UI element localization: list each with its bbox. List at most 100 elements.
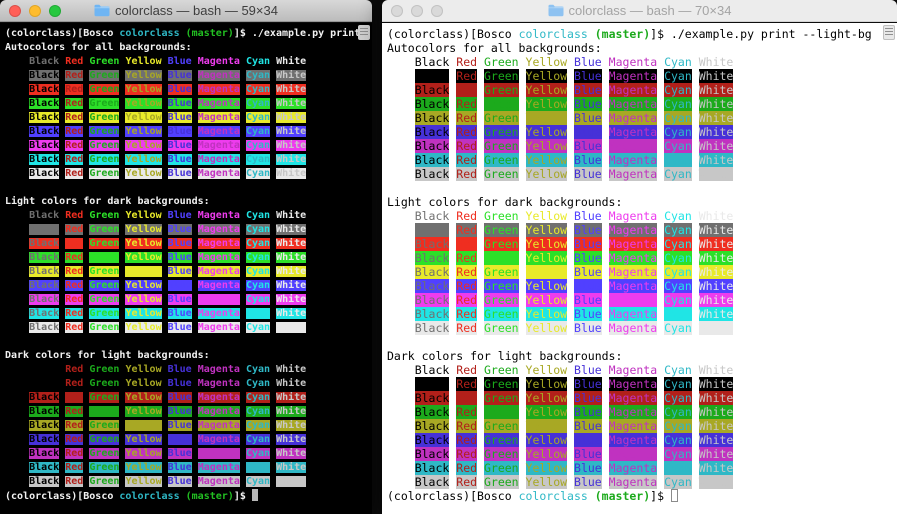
color-cell: Black: [29, 140, 60, 151]
color-cell: Yellow: [525, 391, 568, 405]
color-cell: Black: [414, 391, 450, 405]
color-row: Black Red Green Yellow Blue Magenta Cyan…: [387, 377, 892, 391]
color-cell: Yellow: [525, 237, 568, 251]
color-cell: Blue: [167, 406, 192, 417]
prompt-line: (colorclass)[Bosco colorclass (master)]$: [5, 489, 367, 503]
color-cell: Yellow: [525, 265, 568, 279]
titlebar[interactable]: colorclass — bash — 59×34: [0, 0, 372, 22]
color-cell: Red: [65, 126, 84, 137]
color-cell: Red: [456, 321, 478, 335]
color-cell: Green: [89, 266, 120, 277]
color-cell: Cyan: [664, 265, 692, 279]
color-cell: Blue: [167, 56, 192, 67]
color-cell: White: [276, 238, 307, 249]
minimize-button-icon[interactable]: [29, 5, 41, 17]
color-cell: Blue: [574, 83, 602, 97]
color-cell: White: [698, 69, 734, 83]
close-button-icon[interactable]: [391, 5, 403, 17]
color-cell: Cyan: [664, 83, 692, 97]
color-cell: Yellow: [525, 69, 568, 83]
color-cell: White: [698, 83, 734, 97]
color-cell: Yellow: [125, 294, 162, 305]
color-cell: White: [698, 419, 734, 433]
color-cell: Blue: [167, 126, 192, 137]
color-cell: Black: [29, 392, 60, 403]
color-cell: Red: [65, 322, 84, 333]
color-cell: Green: [89, 322, 120, 333]
window-title: colorclass — bash — 70×34: [568, 3, 732, 18]
color-cell: Green: [483, 433, 519, 447]
command-text: ./example.py print --light-bg: [670, 27, 872, 41]
color-row: Black Red Green Yellow Blue Magenta Cyan…: [5, 419, 367, 433]
color-header-row: Black Red Green Yellow Blue Magenta Cyan…: [5, 209, 367, 223]
command-text: ./example.py print: [251, 28, 361, 39]
color-cell: White: [276, 448, 307, 459]
color-cell: Green: [89, 280, 120, 291]
color-cell: Red: [456, 111, 478, 125]
zoom-button-icon[interactable]: [431, 5, 443, 17]
color-cell: Magenta: [608, 405, 658, 419]
color-cell: Black: [29, 406, 60, 417]
color-cell: Black: [29, 434, 60, 445]
color-row: Black Red Green Yellow Blue Magenta Cyan…: [5, 293, 367, 307]
color-cell: Black: [414, 153, 450, 167]
titlebar[interactable]: colorclass — bash — 70×34: [382, 0, 897, 22]
color-cell: Cyan: [245, 56, 271, 67]
color-cell: White: [276, 168, 307, 179]
terminal-screen[interactable]: (colorclass)[Bosco colorclass (master)]$…: [0, 23, 372, 514]
terminal-screen[interactable]: (colorclass)[Bosco colorclass (master)]$…: [382, 23, 897, 514]
color-cell: Magenta: [197, 154, 240, 165]
scrollbar-marker-icon[interactable]: [358, 25, 370, 40]
terminal-window-light: colorclass — bash — 70×34 (colorclass)[B…: [382, 0, 897, 514]
color-cell: Green: [89, 238, 120, 249]
color-cell: Magenta: [608, 391, 658, 405]
color-cell: Red: [65, 280, 84, 291]
color-cell: Yellow: [125, 420, 162, 431]
color-cell: White: [698, 223, 734, 237]
color-cell: Blue: [574, 447, 602, 461]
color-cell: Black: [414, 405, 450, 419]
minimize-button-icon[interactable]: [411, 5, 423, 17]
color-cell: Red: [65, 462, 84, 473]
color-cell: Black: [414, 237, 450, 251]
color-cell: Black: [414, 377, 450, 391]
close-button-icon[interactable]: [9, 5, 21, 17]
color-cell: Black: [29, 378, 60, 389]
color-row: Black Red Green Yellow Blue Magenta Cyan…: [387, 307, 892, 321]
zoom-button-icon[interactable]: [49, 5, 61, 17]
color-cell: White: [698, 391, 734, 405]
scrollbar-marker-icon[interactable]: [883, 25, 895, 40]
color-row: Black Red Green Yellow Blue Magenta Cyan…: [387, 237, 892, 251]
color-cell: Red: [456, 307, 478, 321]
